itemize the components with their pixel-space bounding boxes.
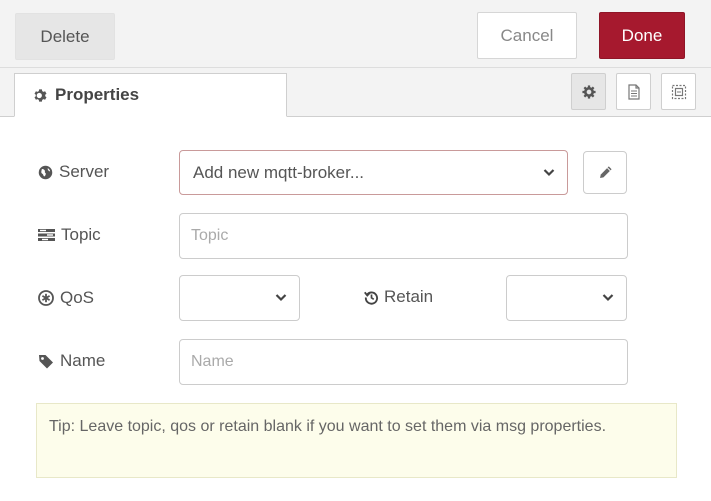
delete-button[interactable]: Delete [15,13,115,60]
chevron-down-icon [602,293,614,302]
gear-icon [581,84,596,99]
topic-input[interactable] [179,213,628,259]
asterisk-circle-icon [38,290,54,306]
globe-icon [38,165,53,180]
retain-label: Retain [364,287,433,307]
tab-description[interactable] [616,73,651,110]
qos-select[interactable] [179,275,300,321]
name-input[interactable] [179,339,628,385]
pencil-icon [598,165,613,180]
tag-icon [38,354,54,369]
tab-properties-label: Properties [55,85,140,104]
gear-icon [33,88,48,103]
tab-settings[interactable] [571,73,606,110]
done-button[interactable]: Done [599,12,685,59]
topic-label-text: Topic [61,225,101,244]
server-select-value: Add new mqtt-broker... [193,162,365,182]
name-label: Name [38,351,105,371]
retain-select[interactable] [506,275,627,321]
dialog-toolbar: Delete Cancel Done [0,0,711,68]
document-icon [627,83,641,100]
tab-properties[interactable]: Properties [14,73,287,117]
edit-server-button[interactable] [583,151,627,194]
server-label-text: Server [59,162,110,181]
tasks-icon [38,228,55,242]
chevron-down-icon [543,168,555,177]
history-icon [364,290,379,305]
tab-appearance[interactable] [661,73,696,110]
retain-label-text: Retain [384,287,434,306]
server-select[interactable]: Add new mqtt-broker... [179,150,568,195]
chevron-down-icon [275,293,287,302]
cancel-button[interactable]: Cancel [477,12,577,59]
qos-label: QoS [38,288,94,308]
layout-icon [671,84,687,100]
topic-label: Topic [38,225,101,245]
node-edit-dialog: Delete Cancel Done Properties Server Add… [0,0,711,501]
qos-label-text: QoS [60,288,95,307]
tip-box: Tip: Leave topic, qos or retain blank if… [36,403,677,478]
name-label-text: Name [60,351,106,370]
server-label: Server [38,162,109,182]
